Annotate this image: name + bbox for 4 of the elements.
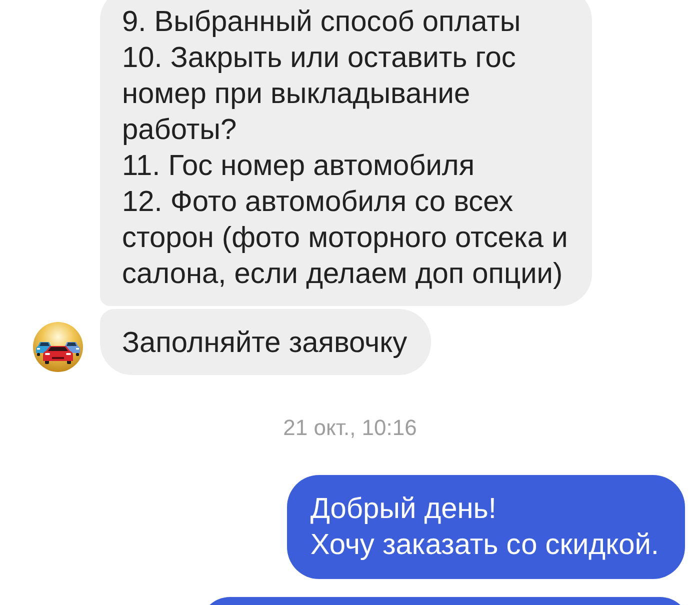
message-bubble: Заполняйте заявочку bbox=[100, 309, 432, 375]
message-bubble: 9. Выбранный способ оплаты 10. Закрыть или оставить гос номер при выкладывание работы? 11. Гос номер автомобиля 12. Фото автомобиля со всех сторон (фото моторного отсека и салона, если делаем доп опции) bbox=[100, 0, 592, 306]
timestamp: 21 окт., 10:16 bbox=[283, 414, 417, 442]
message-bubble: Добрый день! Хочу заказать со скидкой. bbox=[287, 475, 685, 579]
